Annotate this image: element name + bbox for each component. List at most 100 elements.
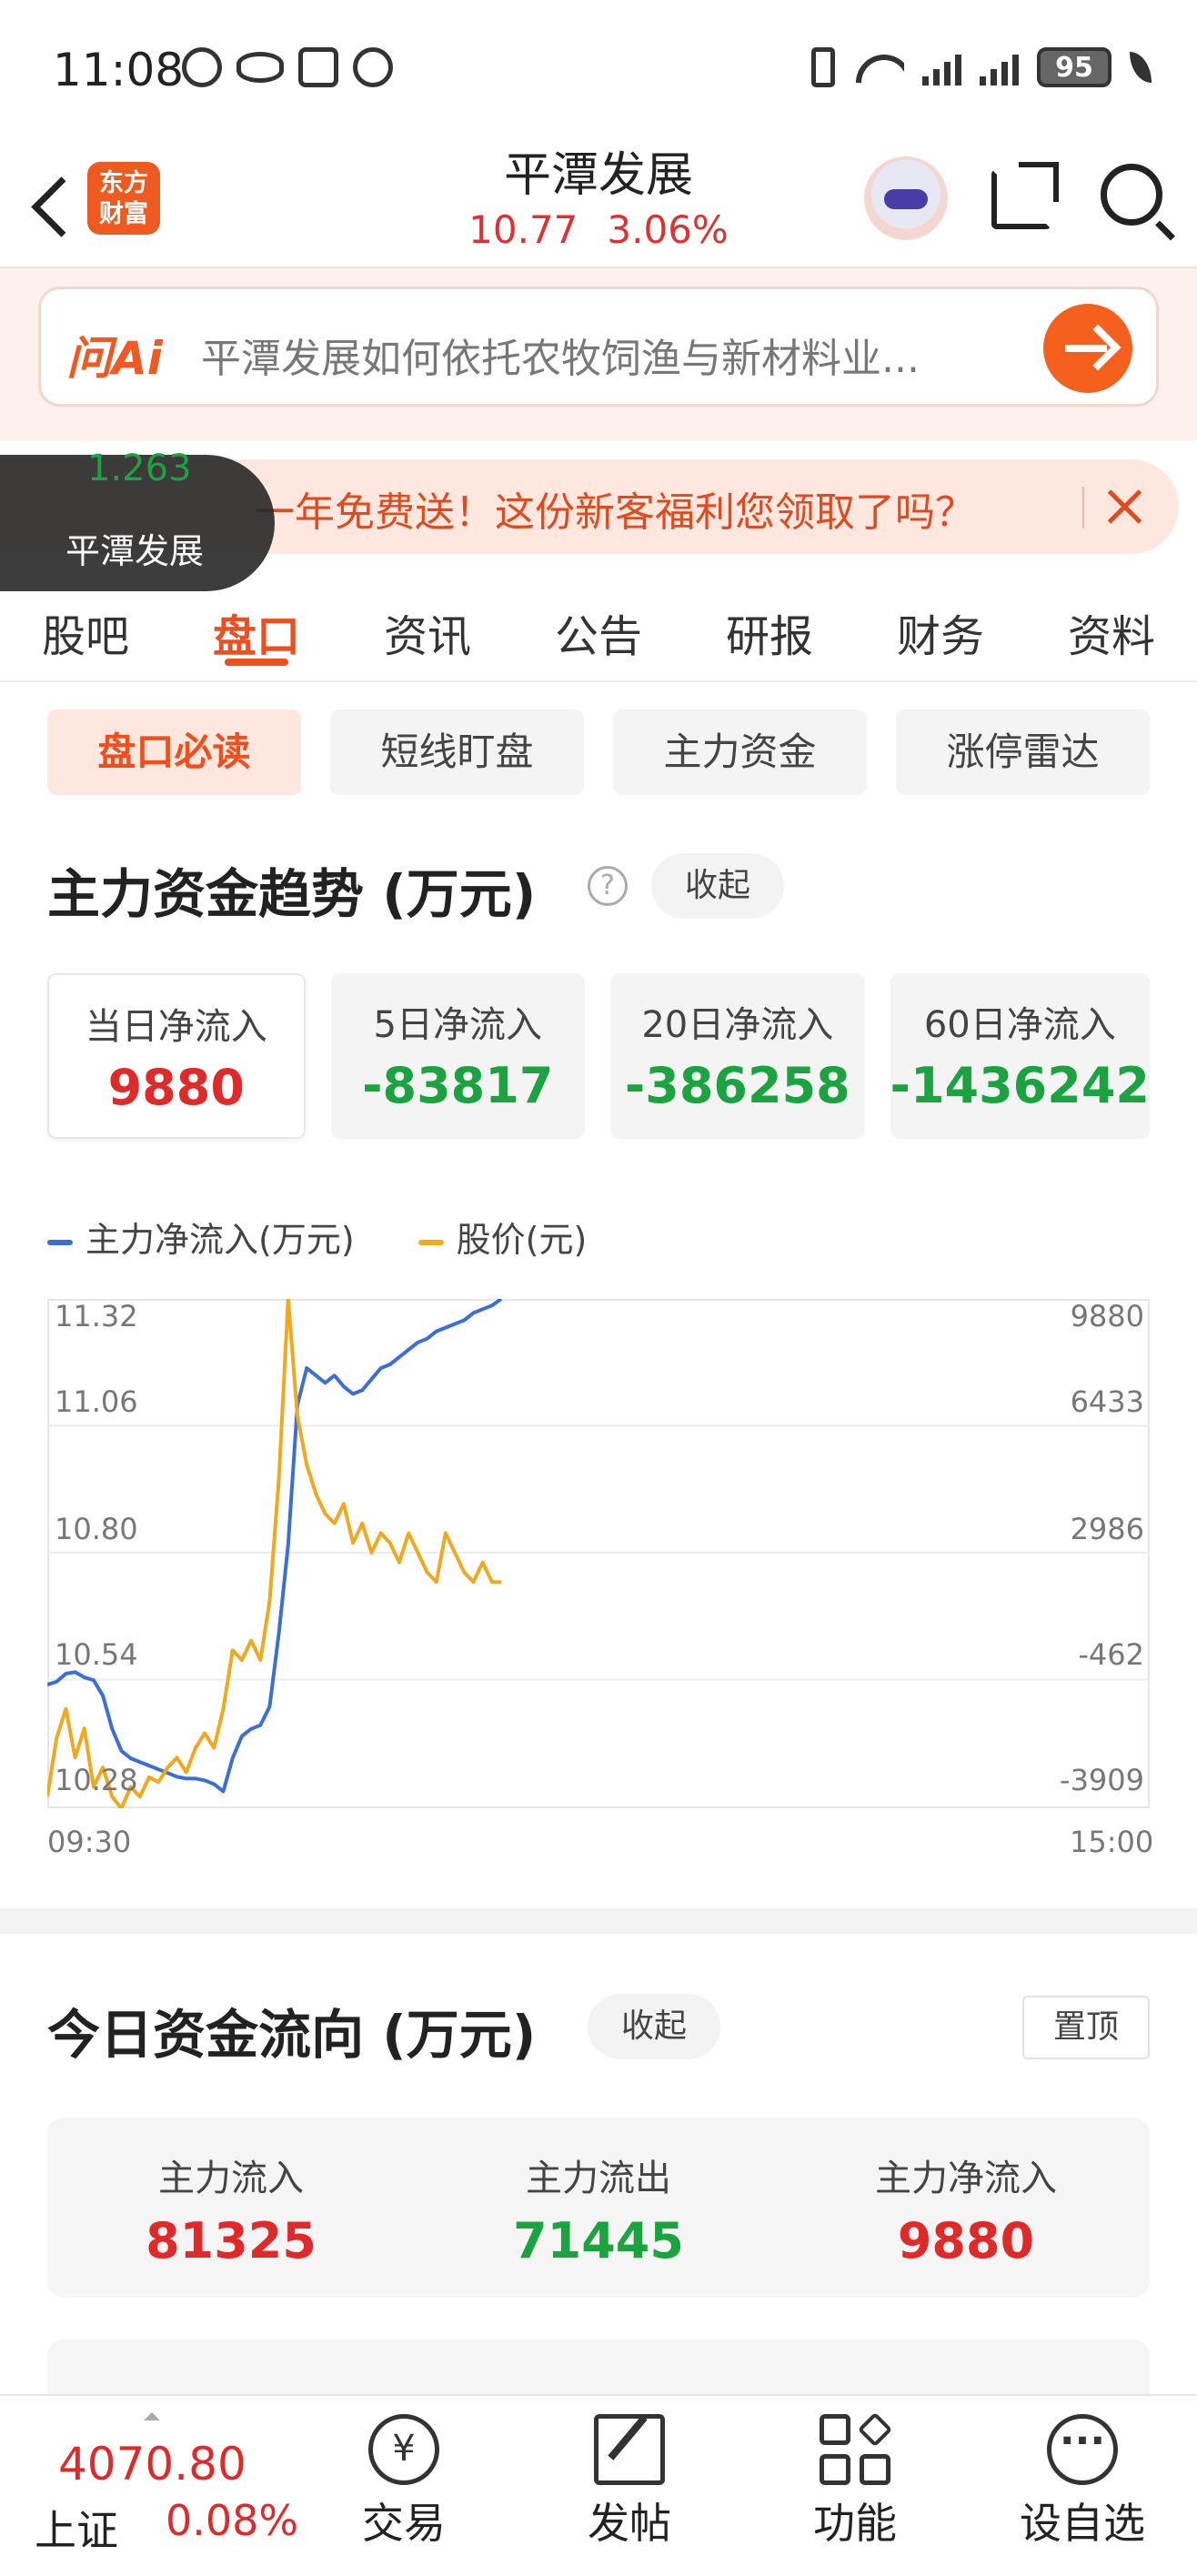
- card-label: 60日净流入: [923, 1004, 1116, 1046]
- tab-news[interactable]: 资讯: [342, 573, 513, 680]
- nav-functions[interactable]: 功能: [764, 2411, 946, 2551]
- card-20d-net-inflow[interactable]: 20日净流入 -386258: [610, 973, 865, 1139]
- main-inflow: 主力流入 81325: [47, 2118, 415, 2298]
- card-today-net-inflow[interactable]: 当日净流入 9880: [47, 973, 306, 1139]
- tab-pankou[interactable]: 盘口: [171, 573, 342, 680]
- index-change: 0.08%: [166, 2496, 299, 2545]
- tab-finance[interactable]: 财务: [855, 573, 1026, 680]
- back-arrow-icon[interactable]: [27, 173, 82, 236]
- legend-item-main-inflow: 主力净流入(万元): [47, 1212, 355, 1262]
- flow-value: 71445: [513, 2212, 684, 2269]
- ai-robot-icon[interactable]: [864, 156, 948, 240]
- nav-add-watchlist[interactable]: ··· 设自选: [991, 2414, 1173, 2551]
- left-axis-tick: 10.80: [55, 1512, 138, 1546]
- battery-icon: 95: [1037, 47, 1112, 87]
- nav-post[interactable]: 发帖: [538, 2414, 720, 2551]
- add-watch-icon: ···: [1047, 2414, 1118, 2485]
- collapse-button[interactable]: 收起: [651, 853, 784, 919]
- x-axis-start-label: 09:30: [47, 1825, 132, 1859]
- flow-value: 81325: [146, 2212, 317, 2269]
- legend-label: 主力净流入(万元): [86, 1220, 355, 1260]
- net-inflow-cards: 当日净流入 9880 5日净流入 -83817 20日净流入 -386258 6…: [47, 973, 1150, 1139]
- subtab-limit-up-radar[interactable]: 涨停雷达: [896, 709, 1150, 795]
- tab-research[interactable]: 研报: [684, 573, 855, 680]
- edit-icon: [594, 2414, 665, 2485]
- vibrate-icon: [811, 47, 835, 87]
- app-logo[interactable]: 东方财富: [87, 162, 160, 235]
- next-card: [47, 2340, 1150, 2394]
- flow-label: 主力流入: [158, 2158, 304, 2199]
- promo-text[interactable]: 一年免费送！这份新客福利您领取了吗？: [255, 479, 975, 538]
- flow-label: 主力净流入: [875, 2158, 1057, 2199]
- x-axis-end-label: 15:00: [1070, 1825, 1154, 1859]
- grid-icon: [820, 2411, 893, 2485]
- right-axis-tick: 9880: [1070, 1299, 1144, 1333]
- caret-up-icon: [144, 2412, 160, 2420]
- leaf-icon: [1130, 52, 1152, 83]
- wifi-icon: [853, 49, 904, 86]
- card-value: -386258: [624, 1057, 850, 1114]
- search-icon[interactable]: [1101, 164, 1162, 226]
- subtab-main-funds[interactable]: 主力资金: [613, 709, 867, 795]
- nav-label: 设自选: [1020, 2499, 1145, 2548]
- subtab-short-term[interactable]: 短线盯盘: [330, 709, 584, 795]
- index-value: 4070.80: [58, 2438, 246, 2490]
- fund-trend-chart[interactable]: 11.32 11.06 10.80 10.54 10.28 9880 6433 …: [47, 1299, 1150, 1808]
- share-icon[interactable]: [991, 162, 1059, 229]
- collapse-button[interactable]: 收起: [588, 1994, 720, 2059]
- nfc-icon: [298, 47, 338, 87]
- card-label: 20日净流入: [641, 1004, 834, 1046]
- floating-stock-tag[interactable]: 1.263 平潭发展: [0, 448, 275, 591]
- alarm-icon: [353, 47, 393, 87]
- tab-announcements[interactable]: 公告: [513, 573, 684, 680]
- arrow-right-icon[interactable]: [1043, 304, 1132, 393]
- status-icons-left: [182, 47, 393, 87]
- pin-to-top-button[interactable]: 置顶: [1022, 1996, 1150, 2059]
- legend-swatch: [417, 1239, 444, 1245]
- right-axis-tick: 2986: [1070, 1512, 1144, 1546]
- trend-section-title: 主力资金趋势 (万元): [47, 863, 537, 925]
- tab-guba[interactable]: 股吧: [0, 573, 171, 680]
- legend-item-price: 股价(元): [417, 1212, 588, 1262]
- subtab-must-read[interactable]: 盘口必读: [47, 709, 301, 795]
- card-value: 9880: [107, 1059, 245, 1116]
- help-icon[interactable]: ?: [588, 866, 628, 906]
- nav-label: 发帖: [588, 2499, 671, 2548]
- status-bar: 11:08 95: [0, 0, 1197, 136]
- stock-change-pct: 3.06%: [607, 207, 729, 252]
- today-section-title: 今日资金流向 (万元): [47, 2004, 537, 2066]
- card-5d-net-inflow[interactable]: 5日净流入 -83817: [330, 973, 586, 1139]
- nav-label: 功能: [813, 2499, 897, 2548]
- card-label: 当日净流入: [85, 1006, 267, 1048]
- signal-icon: [980, 49, 1019, 86]
- stock-header: 平潭发展 10.77 3.06% 东方财富: [0, 136, 1197, 268]
- card-60d-net-inflow[interactable]: 60日净流入 -1436242: [890, 973, 1150, 1139]
- legend-label: 股价(元): [456, 1220, 588, 1260]
- card-label: 5日净流入: [373, 1004, 542, 1046]
- yen-icon: ¥: [368, 2414, 439, 2485]
- today-flow-summary: 主力流入 81325 主力流出 71445 主力净流入 9880: [47, 2118, 1150, 2298]
- card-value: -1436242: [890, 1057, 1150, 1114]
- left-axis-tick: 11.32: [55, 1299, 138, 1333]
- close-icon[interactable]: [1101, 483, 1148, 530]
- left-axis-tick: 10.28: [55, 1763, 138, 1797]
- float-tag-value: 1.263: [87, 448, 192, 489]
- eye-icon: [236, 52, 284, 83]
- nav-trade[interactable]: ¥ 交易: [313, 2414, 495, 2551]
- section-divider: [0, 1908, 1197, 1934]
- main-outflow: 主力流出 71445: [415, 2118, 782, 2298]
- ai-question-text[interactable]: 平潭发展如何依托农牧饲渔与新材料业...: [201, 326, 1001, 384]
- card-value: -83817: [362, 1057, 554, 1114]
- ai-bar-section: 问Ai 平潭发展如何依托农牧饲渔与新材料业...: [0, 268, 1197, 441]
- sub-tabs: 盘口必读 短线盯盘 主力资金 涨停雷达: [47, 709, 1150, 795]
- ai-logo: 问Ai: [66, 332, 163, 385]
- nav-label: 交易: [362, 2499, 446, 2548]
- tab-profile[interactable]: 资料: [1026, 573, 1197, 680]
- flow-label: 主力流出: [526, 2158, 671, 2199]
- left-axis-tick: 11.06: [55, 1384, 138, 1419]
- right-axis-tick: -3909: [1060, 1763, 1144, 1797]
- right-axis-tick: 6433: [1070, 1384, 1144, 1419]
- index-name: 上证: [35, 2506, 118, 2555]
- bottom-nav-bar: 4070.80 上证 0.08% ¥ 交易 发帖 功能 ··· 设自选: [0, 2394, 1197, 2576]
- ai-question-bar[interactable]: 问Ai 平潭发展如何依托农牧饲渔与新材料业...: [38, 287, 1159, 407]
